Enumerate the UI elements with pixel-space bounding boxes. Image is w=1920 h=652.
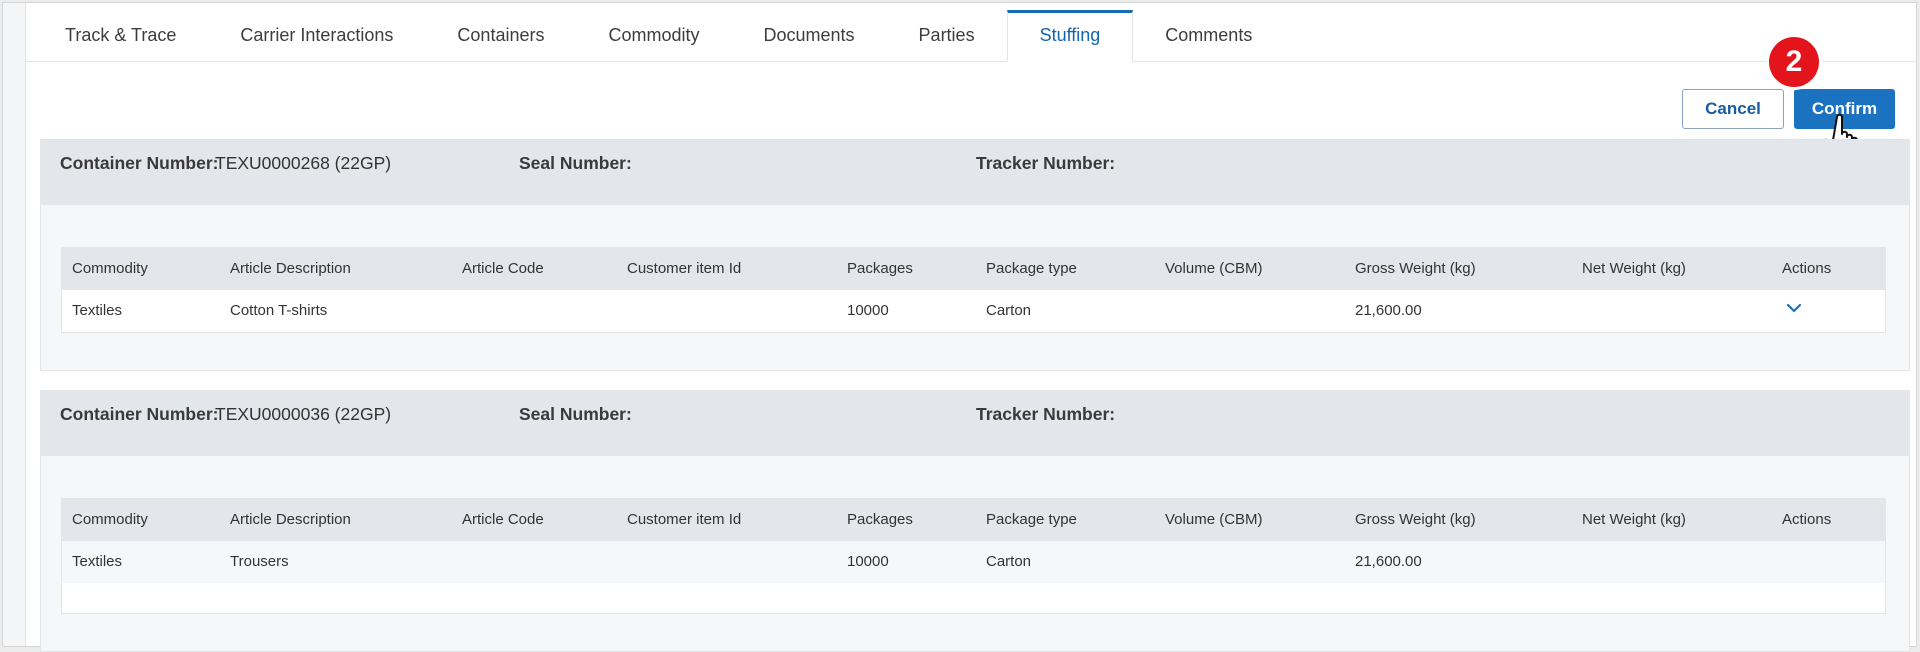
- container-section: Container Number: TEXU0000268 (22GP) Sea…: [40, 139, 1910, 371]
- stuffing-table: Commodity Article Description Article Co…: [61, 247, 1886, 333]
- col-gross-weight: Gross Weight (kg): [1355, 260, 1476, 277]
- col-volume: Volume (CBM): [1165, 511, 1263, 528]
- col-customer-item-id: Customer item Id: [627, 260, 742, 277]
- col-article-code: Article Code: [462, 260, 544, 277]
- cell-commodity: Textiles: [72, 302, 123, 319]
- col-commodity: Commodity: [72, 260, 148, 277]
- cell-gross-weight: 21,600.00: [1355, 553, 1422, 570]
- cell-gross-weight: 21,600.00: [1355, 302, 1422, 319]
- seal-number-label: Seal Number:: [519, 153, 632, 173]
- tab-commodity[interactable]: Commodity: [576, 10, 731, 61]
- col-packages: Packages: [847, 260, 913, 277]
- col-commodity: Commodity: [72, 511, 148, 528]
- tab-documents[interactable]: Documents: [732, 10, 887, 61]
- container-section: Container Number: TEXU0000036 (22GP) Sea…: [40, 390, 1910, 652]
- col-packages: Packages: [847, 511, 913, 528]
- container-header: Container Number: TEXU0000268 (22GP) Sea…: [41, 140, 1909, 205]
- container-number-label: Container Number:: [60, 404, 219, 424]
- chevron-down-icon[interactable]: [1784, 298, 1804, 318]
- app-window: Track & Trace Carrier Interactions Conta…: [2, 2, 1917, 652]
- stuffing-table: Commodity Article Description Article Co…: [61, 498, 1886, 614]
- left-sidebar-strip: [3, 3, 26, 646]
- cell-article-description: Cotton T-shirts: [230, 302, 328, 319]
- tab-containers[interactable]: Containers: [425, 10, 576, 61]
- col-gross-weight: Gross Weight (kg): [1355, 511, 1476, 528]
- tab-carrier-interactions[interactable]: Carrier Interactions: [208, 10, 425, 61]
- table-header-row: Commodity Article Description Article Co…: [62, 248, 1885, 290]
- cancel-button[interactable]: Cancel: [1682, 89, 1784, 129]
- cell-package-type: Carton: [986, 553, 1032, 570]
- cell-packages: 10000: [847, 302, 889, 319]
- col-net-weight: Net Weight (kg): [1582, 511, 1686, 528]
- tracker-number-label: Tracker Number:: [976, 153, 1116, 173]
- cell-packages: 10000: [847, 553, 889, 570]
- col-actions: Actions: [1782, 511, 1832, 528]
- tab-track-trace[interactable]: Track & Trace: [25, 10, 208, 61]
- col-volume: Volume (CBM): [1165, 260, 1263, 277]
- cell-commodity: Textiles: [72, 553, 123, 570]
- tab-comments[interactable]: Comments: [1133, 10, 1284, 61]
- col-net-weight: Net Weight (kg): [1582, 260, 1686, 277]
- table-row: Textiles Cotton T-shirts 10000 Carton 21…: [62, 290, 1885, 332]
- cell-package-type: Carton: [986, 302, 1032, 319]
- container-header: Container Number: TEXU0000036 (22GP) Sea…: [41, 391, 1909, 456]
- col-article-description: Article Description: [230, 511, 351, 528]
- table-header-row: Commodity Article Description Article Co…: [62, 499, 1885, 541]
- container-number-label: Container Number:: [60, 153, 219, 173]
- container-number-value: TEXU0000036 (22GP): [215, 404, 392, 424]
- col-customer-item-id: Customer item Id: [627, 511, 742, 528]
- col-actions: Actions: [1782, 260, 1832, 277]
- col-package-type: Package type: [986, 511, 1077, 528]
- col-package-type: Package type: [986, 260, 1077, 277]
- tab-parties[interactable]: Parties: [887, 10, 1007, 61]
- tracker-number-label: Tracker Number:: [976, 404, 1116, 424]
- col-article-code: Article Code: [462, 511, 544, 528]
- tab-stuffing[interactable]: Stuffing: [1006, 10, 1134, 62]
- tab-bar: Track & Trace Carrier Interactions Conta…: [25, 10, 1916, 62]
- step-badge: 2: [1769, 37, 1819, 87]
- table-row: Textiles Trousers 10000 Carton 21,600.00: [62, 541, 1885, 583]
- container-number-value: TEXU0000268 (22GP): [215, 153, 392, 173]
- seal-number-label: Seal Number:: [519, 404, 632, 424]
- col-article-description: Article Description: [230, 260, 351, 277]
- cell-article-description: Trousers: [230, 553, 289, 570]
